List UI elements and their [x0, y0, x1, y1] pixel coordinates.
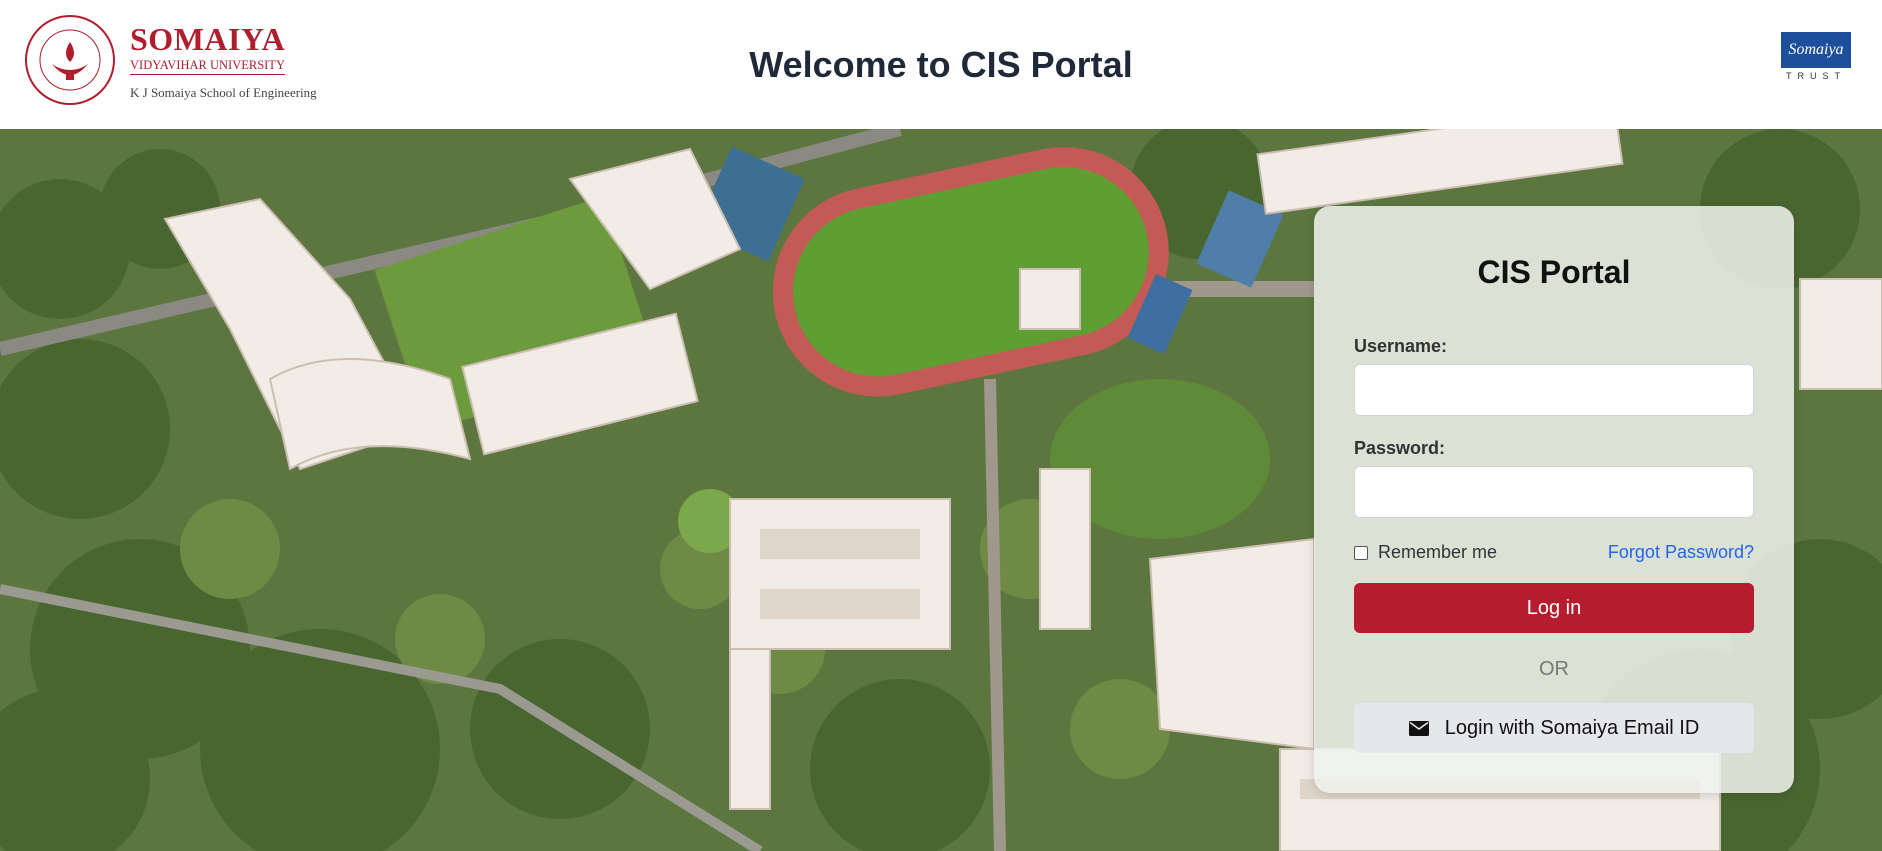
trust-logo-mark: Somaiya	[1781, 32, 1851, 68]
header: SOMAIYA VIDYAVIHAR UNIVERSITY K J Somaiy…	[0, 0, 1882, 129]
password-input[interactable]	[1354, 466, 1754, 518]
page-title: Welcome to CIS Portal	[749, 44, 1133, 85]
login-card-title: CIS Portal	[1477, 254, 1631, 290]
username-label: Username:	[1354, 336, 1448, 356]
email-login-label: Login with Somaiya Email ID	[1444, 716, 1700, 739]
login-card: CIS Portal Username: Password: Remember …	[1314, 206, 1794, 793]
school-name: K J Somaiya School of Engineering	[130, 85, 317, 100]
remember-me-row[interactable]: Remember me	[1354, 542, 1497, 563]
remember-me-checkbox[interactable]	[1354, 545, 1368, 560]
remember-me-label[interactable]: Remember me	[1378, 542, 1497, 563]
login-button[interactable]: Log in	[1354, 583, 1754, 633]
envelope-icon	[1408, 720, 1429, 736]
forgot-password-link[interactable]: Forgot Password?	[1608, 542, 1754, 563]
username-input[interactable]	[1354, 364, 1754, 416]
email-login-button[interactable]: Login with Somaiya Email ID	[1354, 703, 1754, 753]
trust-caption: TRUST	[1786, 71, 1846, 81]
password-label: Password:	[1354, 438, 1446, 458]
somaiya-trust-logo[interactable]: Somaiya TRUST	[1781, 32, 1851, 84]
or-divider: OR	[1539, 658, 1569, 680]
